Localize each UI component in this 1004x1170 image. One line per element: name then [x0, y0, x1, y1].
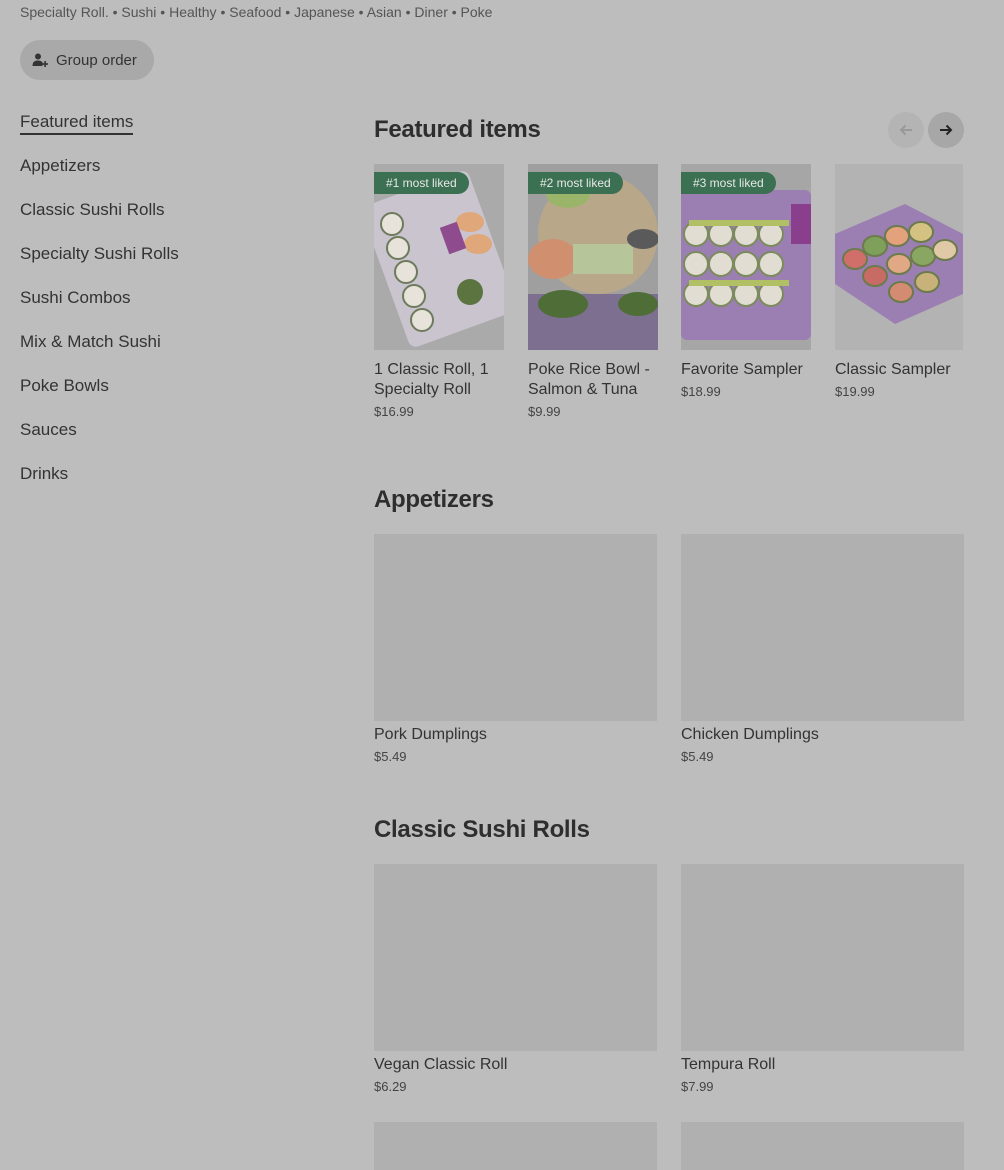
cuisine-tags: Specialty Roll. • Sushi • Healthy • Seaf… [20, 4, 493, 20]
sidebar-item-classic-sushi-rolls[interactable]: Classic Sushi Rolls [20, 188, 320, 232]
item-price: $6.29 [374, 1079, 407, 1094]
item-price: $18.99 [681, 384, 721, 399]
food-image: #2 most liked [528, 164, 658, 350]
food-image: #1 most liked [374, 164, 504, 350]
arrow-right-icon [940, 124, 953, 136]
menu-item-card[interactable] [681, 1122, 964, 1170]
item-image-placeholder [681, 864, 964, 1051]
featured-items-heading: Featured items [374, 116, 541, 143]
appetizers-heading: Appetizers [374, 486, 494, 513]
menu-item-card[interactable]: Tempura Roll $7.99 [681, 864, 964, 1094]
sidebar-item-featured-items[interactable]: Featured items [20, 100, 320, 144]
group-order-label: Group order [56, 51, 137, 69]
menu-item-card[interactable]: Chicken Dumplings $5.49 [681, 534, 964, 764]
sidebar-item-drinks[interactable]: Drinks [20, 452, 320, 496]
item-price: $19.99 [835, 384, 875, 399]
item-name: Vegan Classic Roll [374, 1056, 508, 1073]
item-image-placeholder [374, 1122, 657, 1170]
item-image-placeholder [681, 534, 964, 721]
sidebar-item-appetizers[interactable]: Appetizers [20, 144, 320, 188]
item-name: Chicken Dumplings [681, 726, 819, 743]
menu-item-card[interactable]: Pork Dumplings $5.49 [374, 534, 657, 764]
carousel-prev-button[interactable] [888, 112, 924, 148]
menu-category-sidebar: Featured items Appetizers Classic Sushi … [20, 100, 320, 496]
food-image [835, 164, 963, 350]
item-image-placeholder [681, 1122, 964, 1170]
item-name: Favorite Sampler [681, 361, 803, 378]
item-price: $7.99 [681, 1079, 714, 1094]
food-image: #3 most liked [681, 164, 811, 350]
featured-item-card[interactable]: #1 most liked 1 Classic Roll, 1 Specialt… [374, 164, 504, 419]
item-price: $5.49 [374, 749, 407, 764]
sidebar-item-mix-match-sushi[interactable]: Mix & Match Sushi [20, 320, 320, 364]
menu-item-card[interactable] [374, 1122, 657, 1170]
item-name: 1 Classic Roll, 1 Specialty Roll [374, 361, 489, 398]
item-name: Classic Sampler [835, 361, 951, 378]
sidebar-item-specialty-sushi-rolls[interactable]: Specialty Sushi Rolls [20, 232, 320, 276]
item-name: Tempura Roll [681, 1056, 776, 1073]
item-name: Poke Rice Bowl - Salmon & Tuna [528, 361, 650, 398]
featured-item-card[interactable]: Classic Sampler $19.99 [835, 164, 963, 399]
most-liked-badge: #3 most liked [681, 172, 776, 194]
group-order-button[interactable]: Group order [20, 40, 154, 80]
menu-item-card[interactable]: Vegan Classic Roll $6.29 [374, 864, 657, 1094]
sidebar-item-poke-bowls[interactable]: Poke Bowls [20, 364, 320, 408]
most-liked-badge: #1 most liked [374, 172, 469, 194]
item-name: Pork Dumplings [374, 726, 487, 743]
classic-sushi-rolls-heading: Classic Sushi Rolls [374, 816, 590, 843]
sidebar-item-sauces[interactable]: Sauces [20, 408, 320, 452]
add-person-icon [32, 52, 49, 68]
featured-item-card[interactable]: #3 most liked Favorite Sampler $18.99 [681, 164, 811, 399]
item-price: $16.99 [374, 404, 414, 419]
sidebar-item-sushi-combos[interactable]: Sushi Combos [20, 276, 320, 320]
item-image-placeholder [374, 864, 657, 1051]
carousel-next-button[interactable] [928, 112, 964, 148]
arrow-left-icon [899, 124, 912, 136]
item-price: $5.49 [681, 749, 714, 764]
featured-item-card[interactable]: #2 most liked Poke Rice Bowl - Salmon & … [528, 164, 658, 419]
item-image-placeholder [374, 534, 657, 721]
most-liked-badge: #2 most liked [528, 172, 623, 194]
item-price: $9.99 [528, 404, 561, 419]
